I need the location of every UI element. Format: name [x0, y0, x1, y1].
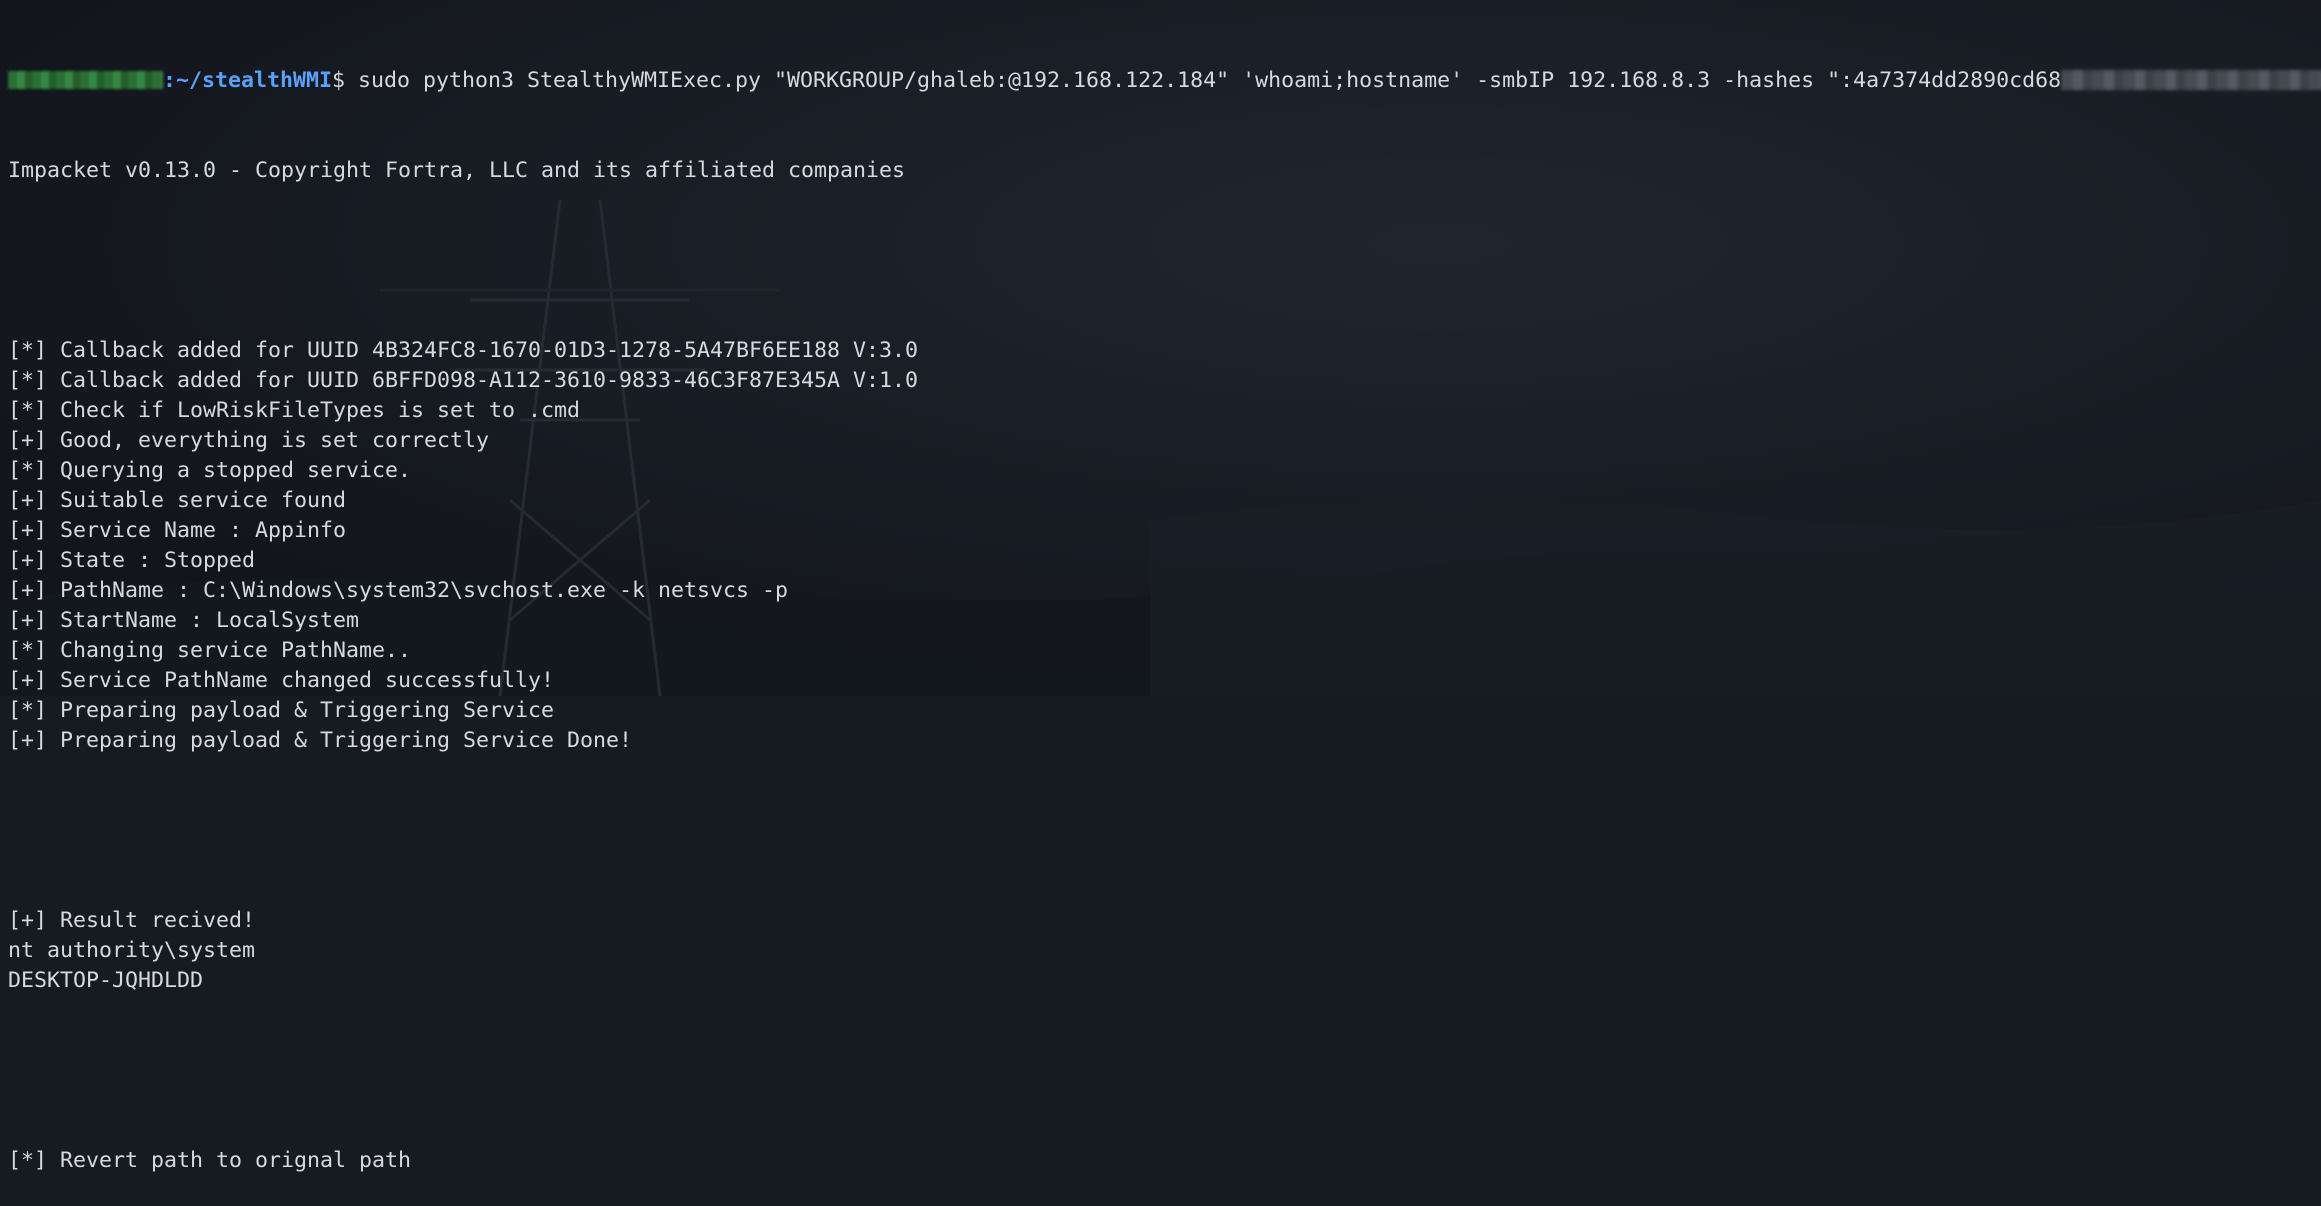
banner-line: Impacket v0.13.0 - Copyright Fortra, LLC… [8, 158, 906, 183]
output-line: [*] Changing service PathName.. [8, 638, 412, 663]
prompt-path: :~/stealthWMI [163, 68, 333, 93]
prompt-sign: $ [332, 68, 346, 93]
output-block-result: [+] Result recived! nt authority\system DE… [8, 906, 2321, 996]
redacted-username-host [8, 71, 163, 89]
output-line: [+] Good, everything is set correctly [8, 428, 490, 453]
output-line: [*] Callback added for UUID 4B324FC8-167… [8, 338, 919, 363]
output-line: DESKTOP-JQHDLDD [8, 968, 204, 993]
command-text: sudo python3 StealthyWMIExec.py "WORKGRO… [345, 68, 2062, 93]
output-line: [*] Revert path to orignal path [8, 1148, 412, 1173]
output-block-revert: [*] Revert path to orignal path [8, 1146, 2321, 1176]
redacted-hash [2061, 70, 2321, 90]
output-line: [+] State : Stopped [8, 548, 256, 573]
output-line: [+] Result recived! [8, 908, 256, 933]
terminal-window[interactable]: :~/stealthWMI$ sudo python3 StealthyWMIE… [0, 0, 2321, 1173]
output-line: [*] Callback added for UUID 6BFFD098-A11… [8, 368, 919, 393]
output-line: [*] Querying a stopped service. [8, 458, 412, 483]
output-line: [*] Preparing payload & Triggering Servi… [8, 698, 555, 723]
output-line: [+] StartName : LocalSystem [8, 608, 360, 633]
output-line: [*] Check if LowRiskFileTypes is set to … [8, 398, 581, 423]
output-line: [+] PathName : C:\Windows\system32\svcho… [8, 578, 789, 603]
output-line: [+] Preparing payload & Triggering Servi… [8, 728, 633, 753]
output-line: [+] Suitable service found [8, 488, 347, 513]
command-line: :~/stealthWMI$ sudo python3 StealthyWMIE… [8, 66, 2321, 96]
output-line: nt authority\system [8, 938, 256, 963]
output-line: [+] Service Name : Appinfo [8, 518, 347, 543]
output-block-execution: [*] Callback added for UUID 4B324FC8-167… [8, 336, 2321, 756]
output-line: [+] Service PathName changed successfull… [8, 668, 555, 693]
